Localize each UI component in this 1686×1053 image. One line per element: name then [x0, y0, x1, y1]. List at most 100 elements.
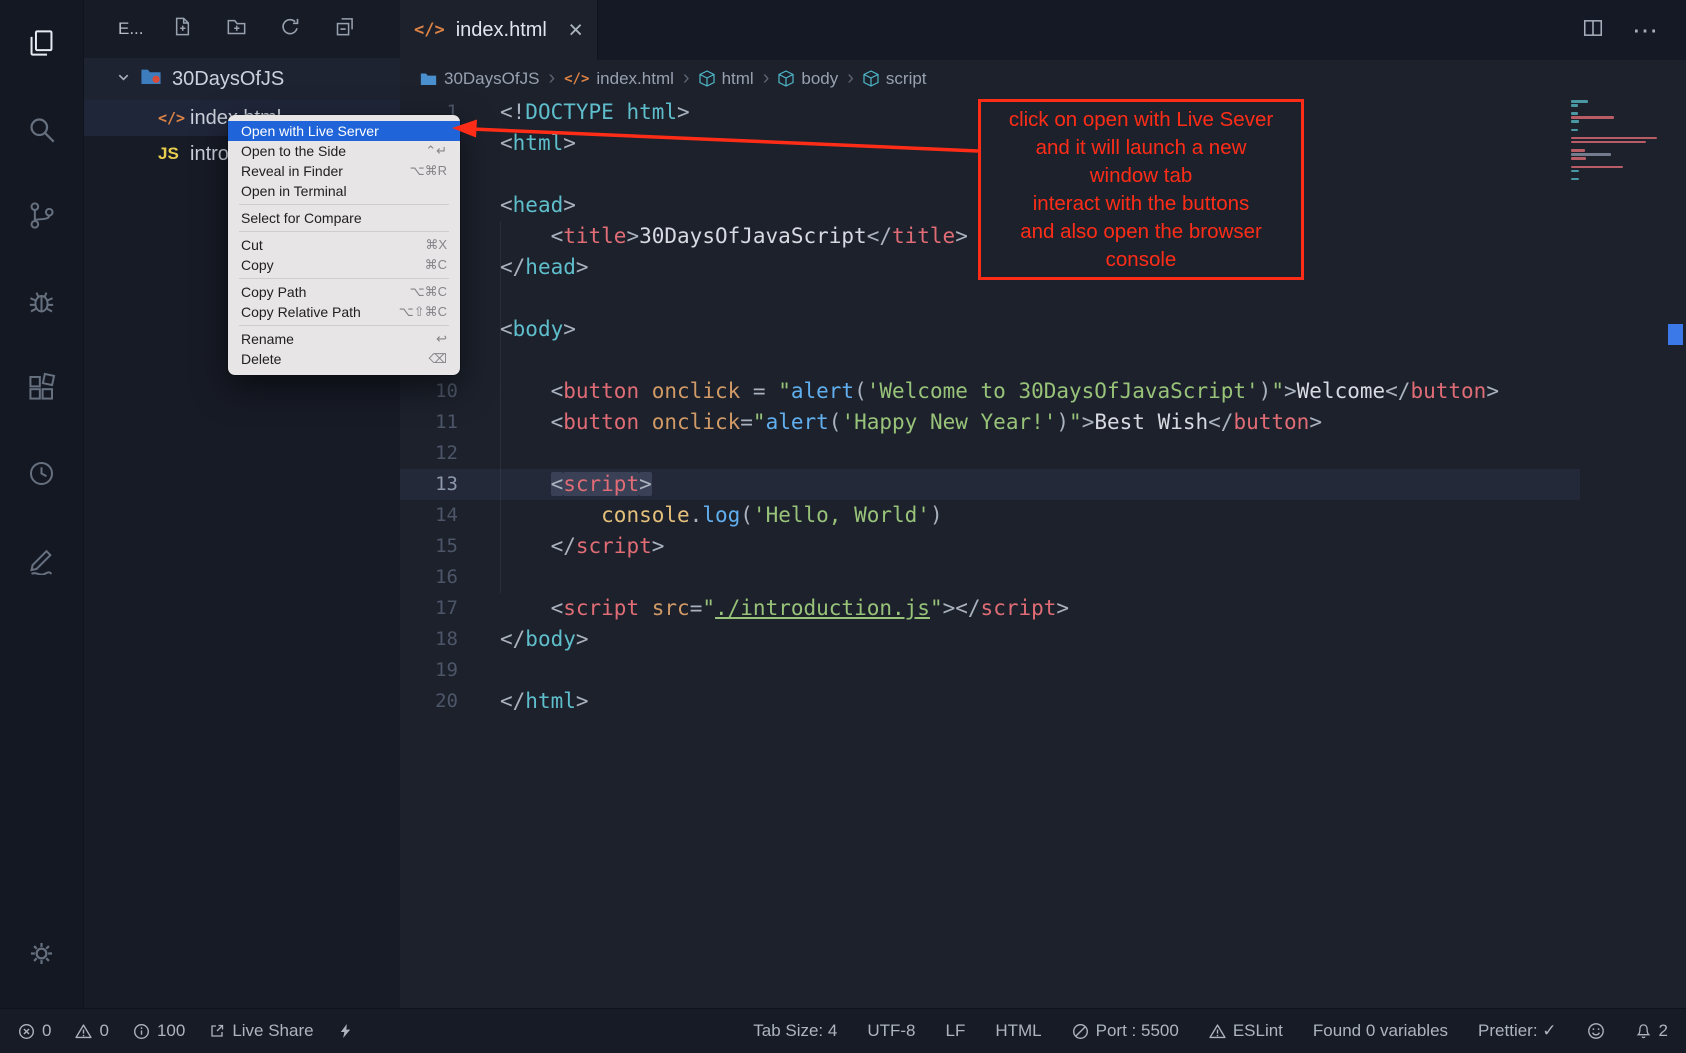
status-errors[interactable]: 0	[18, 1021, 51, 1041]
status-label: Port : 5500	[1096, 1021, 1179, 1041]
breadcrumb-item-30daysofjs[interactable]: 30DaysOfJS	[420, 69, 539, 89]
menu-item-shortcut: ⌫	[429, 351, 447, 367]
code-line-16[interactable]: 16	[400, 562, 1580, 593]
tree-item-root-folder[interactable]: 30DaysOfJS	[84, 58, 400, 100]
menu-item-shortcut: ⌥⌘C	[410, 284, 447, 300]
minimap-line	[1571, 149, 1585, 152]
minimap-line	[1571, 141, 1646, 144]
new-file-icon[interactable]	[172, 16, 193, 42]
status-lightning[interactable]	[338, 1022, 353, 1040]
code-text: <script>	[500, 469, 652, 500]
minimap-line	[1571, 178, 1579, 181]
status-warnings[interactable]: 0	[75, 1021, 108, 1041]
tab-index-html[interactable]: </> index.html ×	[400, 0, 598, 60]
refresh-icon[interactable]	[280, 16, 301, 42]
status-tab-size[interactable]: Tab Size: 4	[753, 1021, 837, 1041]
settings-gear-icon[interactable]	[0, 910, 84, 996]
line-number: 18	[400, 624, 458, 655]
status-notifications-bell[interactable]: 2	[1635, 1021, 1668, 1041]
search-icon[interactable]	[0, 86, 84, 172]
menu-item-label: Delete	[241, 351, 429, 367]
status-eol[interactable]: LF	[946, 1021, 966, 1041]
code-text: <body>	[500, 314, 576, 345]
status-label: Tab Size: 4	[753, 1021, 837, 1041]
status-port[interactable]: Port : 5500	[1072, 1021, 1179, 1041]
menu-item-open-in-terminal[interactable]: Open in Terminal	[228, 181, 460, 201]
status-eslint[interactable]: ESLint	[1209, 1021, 1283, 1041]
bell-icon	[1635, 1023, 1652, 1040]
code-line-12[interactable]: 12	[400, 438, 1580, 469]
run-debug-icon[interactable]	[0, 258, 84, 344]
status-encoding[interactable]: UTF-8	[867, 1021, 915, 1041]
code-line-19[interactable]: 19	[400, 655, 1580, 686]
line-number: 12	[400, 438, 458, 469]
explorer-title: E...	[118, 19, 144, 39]
explorer-header: E...	[84, 0, 400, 58]
code-line-20[interactable]: 20</html>	[400, 686, 1580, 717]
breadcrumb-label: 30DaysOfJS	[444, 69, 539, 89]
breadcrumb-item-index-html[interactable]: </>index.html	[564, 69, 674, 89]
menu-item-shortcut: ↩	[436, 331, 447, 347]
code-line-17[interactable]: 17 <script src="./introduction.js"></scr…	[400, 593, 1580, 624]
menu-item-label: Open with Live Server	[241, 123, 447, 139]
menu-item-label: Rename	[241, 331, 436, 347]
code-text: <!DOCTYPE html>	[500, 97, 690, 128]
line-number: 17	[400, 593, 458, 624]
menu-item-shortcut: ⌘X	[425, 237, 447, 253]
menu-item-label: Select for Compare	[241, 210, 447, 226]
tab-bar: </> index.html × ⋯	[400, 0, 1686, 60]
status-feedback-smiley[interactable]	[1587, 1022, 1605, 1040]
close-tab-icon[interactable]: ×	[568, 18, 583, 43]
status-variables[interactable]: Found 0 variables	[1313, 1021, 1448, 1041]
tab-label: index.html	[456, 19, 547, 42]
menu-item-copy-path[interactable]: Copy Path⌥⌘C	[228, 282, 460, 302]
menu-item-shortcut: ⌘C	[425, 257, 447, 273]
code-line-15[interactable]: 15 </script>	[400, 531, 1580, 562]
menu-item-rename[interactable]: Rename↩	[228, 329, 460, 349]
menu-item-open-to-the-side[interactable]: Open to the Side⌃↵	[228, 141, 460, 161]
edit-pen-icon[interactable]	[0, 516, 84, 602]
code-line-7[interactable]: 7	[400, 283, 1580, 314]
status-info-count[interactable]: 100	[133, 1021, 185, 1041]
split-editor-icon[interactable]	[1582, 17, 1604, 44]
source-control-icon[interactable]	[0, 172, 84, 258]
annotation-line: window tab	[1090, 162, 1193, 190]
smiley-icon	[1587, 1022, 1605, 1040]
explorer-icon[interactable]	[0, 0, 84, 86]
breadcrumb-item-body[interactable]: body	[778, 69, 838, 89]
status-label: Live Share	[232, 1021, 313, 1041]
code-line-13[interactable]: 13 <script>	[400, 469, 1580, 500]
breadcrumb-item-script[interactable]: script	[863, 69, 927, 89]
menu-separator	[239, 204, 449, 205]
new-folder-icon[interactable]	[226, 16, 247, 42]
line-number: 15	[400, 531, 458, 562]
code-line-14[interactable]: 14 console.log('Hello, World')	[400, 500, 1580, 531]
extensions-icon[interactable]	[0, 344, 84, 430]
minimap-line	[1571, 120, 1579, 123]
status-prettier[interactable]: Prettier: ✓	[1478, 1021, 1556, 1041]
menu-item-copy[interactable]: Copy⌘C	[228, 255, 460, 275]
menu-item-copy-relative-path[interactable]: Copy Relative Path⌥⇧⌘C	[228, 302, 460, 322]
minimap[interactable]	[1571, 100, 1663, 182]
menu-item-cut[interactable]: Cut⌘X	[228, 235, 460, 255]
menu-item-open-with-live-server[interactable]: Open with Live Server	[228, 121, 460, 141]
code-line-8[interactable]: 8<body>	[400, 314, 1580, 345]
html-file-icon: </>	[158, 109, 188, 127]
breadcrumb-separator: ›	[548, 67, 555, 90]
menu-separator	[239, 325, 449, 326]
code-line-11[interactable]: 11 <button onclick="alert('Happy New Yea…	[400, 407, 1580, 438]
menu-item-delete[interactable]: Delete⌫	[228, 349, 460, 369]
code-line-18[interactable]: 18</body>	[400, 624, 1580, 655]
status-language-mode[interactable]: HTML	[995, 1021, 1041, 1041]
collapse-all-icon[interactable]	[334, 16, 355, 42]
more-actions-icon[interactable]: ⋯	[1632, 15, 1660, 46]
minimap-line	[1571, 104, 1578, 107]
breadcrumb-item-html[interactable]: html	[699, 69, 754, 89]
status-live-share[interactable]: Live Share	[209, 1021, 313, 1041]
history-icon[interactable]	[0, 430, 84, 516]
annotation-line: console	[1106, 246, 1177, 274]
code-line-9[interactable]: 9	[400, 345, 1580, 376]
code-line-10[interactable]: 10 <button onclick = "alert('Welcome to …	[400, 376, 1580, 407]
menu-item-select-for-compare[interactable]: Select for Compare	[228, 208, 460, 228]
menu-item-reveal-in-finder[interactable]: Reveal in Finder⌥⌘R	[228, 161, 460, 181]
